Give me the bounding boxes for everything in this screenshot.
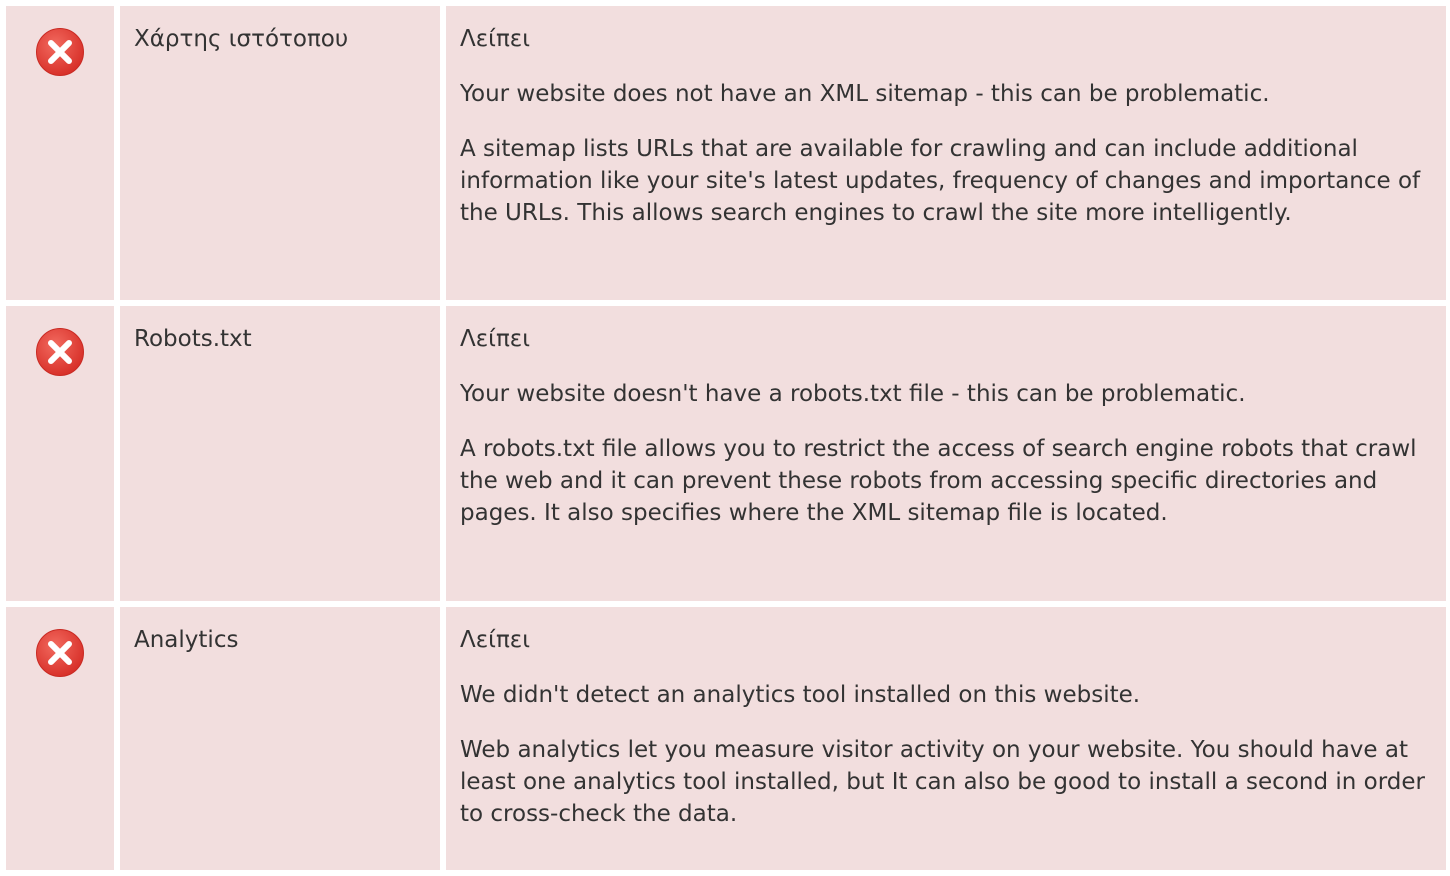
check-details: Λείπει Your website doesn't have a robot… [446, 306, 1446, 601]
check-details: Λείπει Your website does not have an XML… [446, 6, 1446, 300]
seo-checks-table: Χάρτης ιστότοπου Λείπει Your website doe… [6, 6, 1446, 876]
check-row-sitemap: Χάρτης ιστότοπου Λείπει Your website doe… [6, 6, 1446, 300]
check-label: Robots.txt [120, 306, 440, 601]
status-icon-cell [6, 6, 114, 300]
check-details: Λείπει We didn't detect an analytics too… [446, 607, 1446, 870]
check-row-analytics: Analytics Λείπει We didn't detect an ana… [6, 607, 1446, 870]
check-row-robots: Robots.txt Λείπει Your website doesn't h… [6, 306, 1446, 601]
check-status: Λείπει [460, 627, 531, 653]
check-description: A sitemap lists URLs that are available … [460, 136, 1421, 226]
error-x-icon [36, 629, 84, 677]
status-icon-cell [6, 607, 114, 870]
error-x-icon [36, 328, 84, 376]
check-status: Λείπει [460, 326, 531, 352]
status-icon-cell [6, 306, 114, 601]
check-summary: We didn't detect an analytics tool insta… [460, 682, 1141, 708]
check-label: Analytics [120, 607, 440, 870]
check-description: A robots.txt file allows you to restrict… [460, 436, 1417, 526]
check-description: Web analytics let you measure visitor ac… [460, 737, 1425, 827]
error-x-icon [36, 28, 84, 76]
check-summary: Your website does not have an XML sitema… [460, 81, 1270, 107]
check-label: Χάρτης ιστότοπου [120, 6, 440, 300]
check-summary: Your website doesn't have a robots.txt f… [460, 381, 1246, 407]
check-status: Λείπει [460, 26, 531, 52]
